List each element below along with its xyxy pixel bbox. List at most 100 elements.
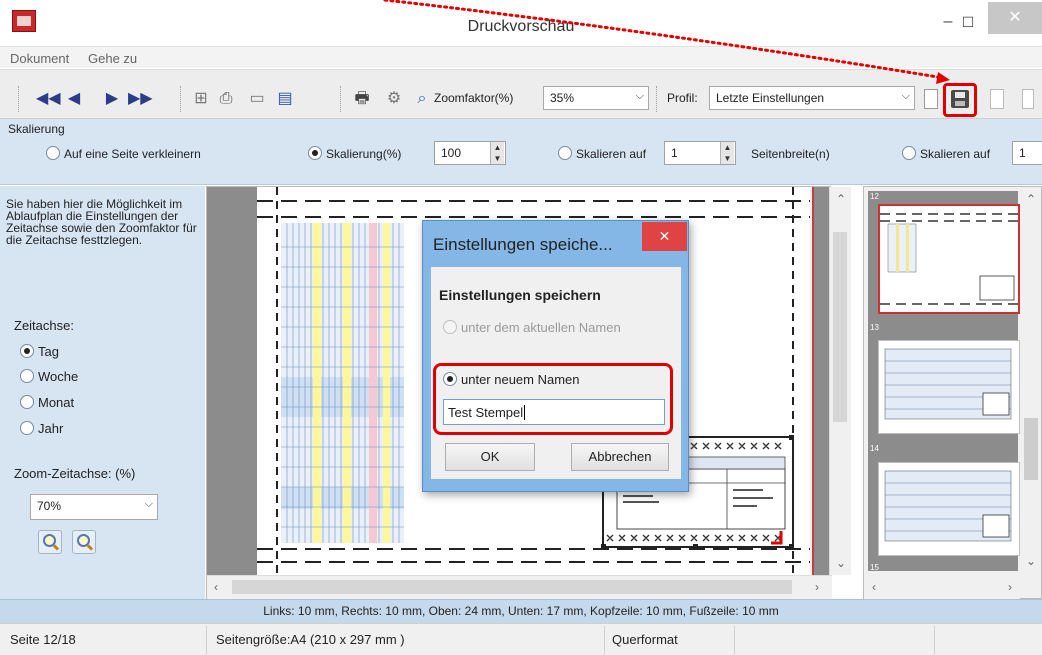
new-name-input[interactable]: Test Stempel	[443, 399, 665, 425]
toolbar-separator	[180, 86, 181, 112]
radio-woche[interactable]	[20, 369, 34, 383]
scroll-down-icon[interactable]: ⌄	[836, 556, 846, 570]
dialog-heading: Einstellungen speichern	[439, 287, 601, 303]
scroll-left-icon[interactable]: ‹	[214, 580, 218, 594]
preview-vertical-scroll-thumb[interactable]	[833, 232, 847, 422]
next-page-icon[interactable]: ▶	[104, 90, 120, 108]
thumbnail-graphic	[880, 213, 1018, 305]
thumbnail-page-14[interactable]	[878, 462, 1020, 556]
zoom-select[interactable]: 35% ⌵	[543, 86, 649, 110]
radio-tag-label: Tag	[38, 344, 59, 359]
save-settings-dialog: Einstellungen speiche... ✕ Einstellungen…	[422, 220, 689, 492]
new-name-value: Test Stempel	[448, 405, 524, 420]
grid-icon[interactable]: ⊞	[192, 90, 210, 108]
scale-width-value: 1	[671, 146, 678, 160]
radio-scale-to-height[interactable]	[902, 146, 916, 160]
radio-scale-percent-label: Skalierung(%)	[326, 147, 402, 161]
status-separator	[934, 626, 935, 654]
profile-select-value: Letzte Einstellungen	[716, 91, 825, 105]
thumbnail-vertical-scrollbar[interactable]	[1020, 187, 1040, 575]
menu-gehe-zu[interactable]: Gehe zu	[88, 51, 137, 66]
toolbar-separator	[656, 86, 657, 112]
page-setup-icon[interactable]: ⎙	[216, 90, 236, 108]
thumbnail-number: 14	[870, 444, 879, 453]
radio-scale-to-height-label: Skalieren auf	[920, 147, 991, 161]
profile-label: Profil:	[667, 91, 698, 105]
radio-current-name	[443, 320, 457, 334]
spinner-arrows-icon[interactable]: ▲ ▼	[720, 142, 734, 164]
thumbnail-number: 12	[870, 192, 879, 201]
menu-bar: Dokument Gehe zu	[0, 46, 1042, 68]
thumbnail-number: 15	[870, 563, 879, 572]
thumbnail-page-13[interactable]	[878, 340, 1020, 434]
timeline-description: Sie haben hier die Möglichkeit im Ablauf…	[6, 197, 197, 247]
scroll-down-icon[interactable]: ⌄	[1026, 554, 1036, 568]
radio-monat[interactable]	[20, 395, 34, 409]
thumbnail-horizontal-scrollbar[interactable]	[864, 575, 1020, 599]
timeline-settings-panel: Sie haben hier die Möglichkeit im Ablauf…	[0, 186, 205, 599]
preview-page-shadow-right	[814, 187, 829, 575]
chevron-down-icon: ⌵	[635, 90, 644, 102]
print-icon[interactable]: 🖶	[352, 90, 372, 108]
first-page-icon[interactable]: ◀◀	[36, 90, 61, 108]
status-separator	[206, 626, 207, 654]
close-button[interactable]: ✕	[988, 2, 1042, 34]
prev-page-icon[interactable]: ◀	[66, 90, 82, 108]
zoom-in-icon[interactable]	[38, 530, 62, 554]
zoom-icon[interactable]: ⌕	[412, 90, 432, 108]
cancel-button[interactable]: Abbrechen	[571, 443, 669, 471]
menu-dokument[interactable]: Dokument	[10, 51, 69, 66]
thumbnail-graphic	[884, 348, 1012, 420]
thumbnail-scroll-thumb[interactable]	[1024, 418, 1038, 480]
radio-jahr-label: Jahr	[38, 421, 64, 436]
rename-profile-icon[interactable]	[990, 89, 1004, 109]
scroll-up-icon[interactable]: ⌃	[836, 192, 846, 206]
zoom-out-icon[interactable]	[72, 530, 96, 554]
radio-scale-percent[interactable]	[308, 146, 322, 160]
radio-new-name-label: unter neuem Namen	[461, 372, 580, 387]
maximize-button[interactable]: ☐	[948, 8, 988, 36]
zoom-timeline-value: 70%	[37, 499, 62, 513]
delete-profile-icon[interactable]	[1022, 89, 1034, 109]
toolbar-grip	[18, 86, 19, 112]
save-profile-icon[interactable]	[951, 90, 969, 108]
status-page-size: Seitengröße:A4 (210 x 297 mm )	[216, 632, 405, 647]
status-separator	[604, 626, 605, 654]
timeline-label: Zeitachse:	[14, 318, 74, 333]
radio-scale-to-width[interactable]	[558, 146, 572, 160]
last-page-icon[interactable]: ▶▶	[128, 90, 153, 108]
dialog-body: Einstellungen speichern unter dem aktuel…	[431, 267, 681, 479]
thumbnail-page-12[interactable]	[878, 204, 1020, 314]
ok-button[interactable]: OK	[445, 443, 535, 471]
scale-height-spinner[interactable]: 1	[1012, 141, 1042, 165]
radio-woche-label: Woche	[38, 369, 79, 384]
profile-select[interactable]: Letzte Einstellungen ⌵	[709, 86, 915, 110]
chevron-down-icon: ⌵	[144, 498, 153, 510]
radio-new-name[interactable]	[443, 372, 457, 386]
zoom-select-value: 35%	[550, 91, 575, 105]
dialog-title: Einstellungen speiche...	[433, 235, 613, 254]
zoom-timeline-select[interactable]: 70% ⌵	[30, 494, 158, 520]
scroll-up-icon[interactable]: ⌃	[1026, 192, 1036, 206]
toolbar-separator	[340, 86, 341, 112]
single-page-icon[interactable]: ▭	[248, 90, 266, 108]
radio-scale-to-width-label: Skalieren auf	[576, 147, 647, 161]
status-page: Seite 12/18	[10, 632, 76, 647]
radio-fit-page[interactable]	[46, 146, 60, 160]
scroll-right-icon[interactable]: ›	[1008, 580, 1012, 594]
radio-tag[interactable]	[20, 344, 34, 358]
radio-current-name-label: unter dem aktuellen Namen	[461, 320, 621, 335]
new-profile-icon[interactable]	[924, 89, 938, 109]
dialog-close-button[interactable]: ✕	[642, 222, 687, 251]
scroll-right-icon[interactable]: ›	[815, 580, 819, 594]
scale-percent-value: 100	[441, 146, 462, 160]
chevron-down-icon: ⌵	[901, 90, 910, 102]
scroll-left-icon[interactable]: ‹	[872, 580, 876, 594]
status-bar: Seite 12/18 Seitengröße:A4 (210 x 297 mm…	[0, 623, 1042, 655]
multi-page-icon[interactable]: ▤	[274, 90, 296, 108]
preview-horizontal-scroll-thumb[interactable]	[232, 580, 792, 594]
spinner-arrows-icon[interactable]: ▲ ▼	[490, 142, 504, 164]
radio-fit-page-label: Auf eine Seite verkleinern	[64, 147, 201, 161]
print-settings-icon[interactable]: ⚙	[384, 90, 404, 108]
radio-jahr[interactable]	[20, 421, 34, 435]
